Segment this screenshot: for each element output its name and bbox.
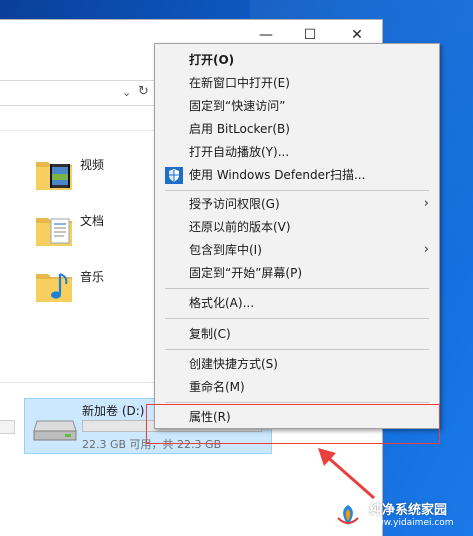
menu-item-enable-bitlocker[interactable]: 启用 BitLocker(B) — [155, 118, 439, 140]
watermark-title: 纯净系统家园 — [369, 503, 448, 518]
hard-drive-icon — [33, 420, 77, 441]
submenu-arrow-icon: › — [423, 196, 429, 211]
annotation-arrow-icon — [318, 448, 375, 500]
folder-label: 视频 — [80, 158, 105, 172]
folder-label: 音乐 — [80, 270, 105, 284]
drive-name: 新加卷 (D:) — [82, 404, 145, 418]
address-dropdown-icon[interactable]: ⌄ — [122, 86, 131, 99]
folder-item-music[interactable]: 音乐 — [34, 266, 124, 310]
music-folder-icon — [36, 273, 72, 302]
close-icon: ✕ — [351, 27, 363, 43]
menu-item-defender-scan[interactable]: 使用 Windows Defender扫描... — [155, 164, 439, 186]
toolbar-divider — [0, 130, 160, 131]
windows-defender-shield-icon — [165, 167, 183, 184]
minimize-icon: — — [259, 27, 273, 43]
menu-item-pin-to-start[interactable]: 固定到“开始”屏幕(P) — [155, 262, 439, 284]
menu-item-open-autoplay[interactable]: 打开自动播放(Y)... — [155, 141, 439, 163]
submenu-arrow-icon: › — [423, 242, 429, 257]
section-divider — [0, 382, 160, 383]
menu-separator — [165, 318, 429, 319]
site-logo-icon — [335, 502, 361, 528]
menu-item-open-new-window[interactable]: 在新窗口中打开(E) — [155, 72, 439, 94]
menu-item-format[interactable]: 格式化(A)... — [155, 292, 439, 314]
menu-item-open[interactable]: 打开(O) — [155, 49, 439, 71]
address-bar[interactable] — [0, 80, 161, 106]
menu-separator — [165, 402, 429, 403]
menu-item-rename[interactable]: 重命名(M) — [155, 376, 439, 398]
menu-separator — [165, 288, 429, 289]
watermark: 纯净系统家园 www.yidaimei.com — [333, 498, 469, 532]
refresh-icon[interactable]: ↻ — [138, 84, 149, 99]
highlight-box — [146, 404, 440, 444]
video-folder-icon — [36, 162, 72, 190]
menu-item-copy[interactable]: 复制(C) — [155, 323, 439, 345]
documents-folder-icon — [36, 218, 72, 246]
folder-item-documents[interactable]: 文档 — [34, 210, 124, 254]
context-menu: 打开(O) 在新窗口中打开(E) 固定到“快速访问” 启用 BitLocker(… — [154, 43, 440, 429]
menu-separator — [165, 190, 429, 191]
menu-separator — [165, 349, 429, 350]
menu-item-pin-quick-access[interactable]: 固定到“快速访问” — [155, 95, 439, 117]
folder-item-videos[interactable]: 视频 — [34, 154, 124, 198]
watermark-url: www.yidaimei.com — [369, 518, 454, 528]
folder-label: 文档 — [80, 214, 105, 228]
menu-item-include-in-library[interactable]: 包含到库中(I) › — [155, 239, 439, 261]
scroll-thumb[interactable] — [0, 420, 15, 434]
menu-item-give-access[interactable]: 授予访问权限(G) › — [155, 193, 439, 215]
menu-item-create-shortcut[interactable]: 创建快捷方式(S) — [155, 353, 439, 375]
maximize-icon: ☐ — [303, 27, 317, 43]
menu-item-restore-previous-versions[interactable]: 还原以前的版本(V) — [155, 216, 439, 238]
